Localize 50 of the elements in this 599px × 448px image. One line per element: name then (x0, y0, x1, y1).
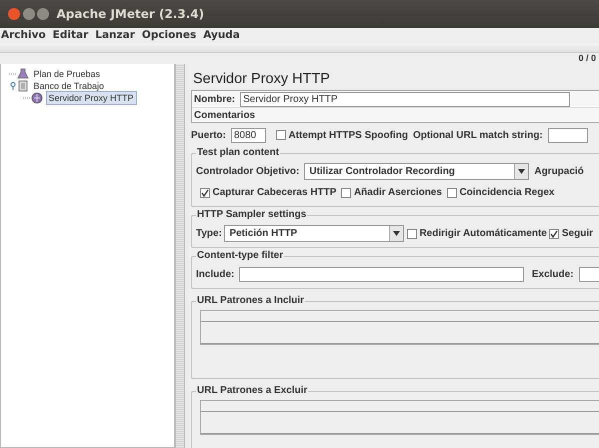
flask-icon (17, 68, 29, 80)
tree-item[interactable]: Banco de Trabajo (32, 80, 106, 92)
menu-item[interactable]: Editar (52, 28, 94, 43)
dropdown[interactable]: Utilizar Controlador Recording (304, 163, 530, 180)
checkbox-label: Añadir Aserciones (354, 186, 442, 200)
name-field[interactable]: Servidor Proxy HTTP (240, 92, 570, 106)
menu-item[interactable]: Archivo (0, 28, 52, 43)
caret-icon (518, 169, 526, 174)
menu-item[interactable]: Opciones (140, 28, 202, 43)
field-label: Optional URL match string: (412, 128, 543, 142)
menu-item[interactable]: Lanzar (94, 28, 141, 43)
maximize-button[interactable] (37, 8, 49, 20)
section-label: Comentarios (194, 108, 256, 122)
field-label: Agrupació (534, 165, 584, 179)
globe-icon (31, 92, 43, 104)
expand-handle-icon[interactable] (9, 82, 17, 90)
checkbox-label: Capturar Cabeceras HTTP (212, 186, 336, 200)
counter: 0 / 0 (578, 53, 596, 63)
field-label: Controlador Objetivo: (196, 165, 300, 179)
group-title: Content-type filter (196, 250, 284, 262)
checkbox[interactable] (549, 228, 560, 238)
panel-title: Servidor Proxy HTTP (193, 70, 331, 89)
include-field[interactable] (239, 267, 524, 282)
field-label: Nombre: (194, 92, 236, 106)
close-button[interactable] (8, 8, 20, 20)
clipboard-icon (17, 80, 29, 92)
url-match-field[interactable] (548, 128, 588, 142)
minimize-button[interactable] (22, 8, 34, 20)
caret-icon (393, 231, 400, 236)
checkbox[interactable] (341, 188, 352, 198)
checkbox-label: Redirigir Automáticamente (419, 227, 547, 241)
tree-item[interactable]: Plan de Pruebas (32, 68, 102, 80)
tree-item[interactable]: Servidor Proxy HTTP (46, 91, 137, 105)
dropdown[interactable]: Petición HTTP (224, 225, 404, 242)
group-title: Test plan content (196, 147, 280, 159)
field-label: Type: (196, 227, 222, 241)
group-title: HTTP Sampler settings (196, 209, 308, 221)
port-field[interactable]: 8080 (231, 128, 266, 142)
menu-item[interactable]: Ayuda (202, 28, 246, 43)
checkbox[interactable] (446, 188, 457, 198)
checkbox-label: Attempt HTTPS Spoofing (288, 128, 408, 142)
checkbox[interactable] (200, 188, 210, 198)
checkbox[interactable] (276, 130, 286, 140)
field-label: Puerto: (191, 128, 226, 142)
field-label: Exclude: (532, 268, 574, 282)
window-title: Apache JMeter (2.3.4) (56, 6, 204, 23)
checkbox-label: Coincidencia Regex (459, 186, 554, 200)
field-label: Include: (196, 268, 234, 282)
checkbox[interactable] (406, 228, 417, 238)
checkbox-label: Seguir (562, 227, 593, 241)
